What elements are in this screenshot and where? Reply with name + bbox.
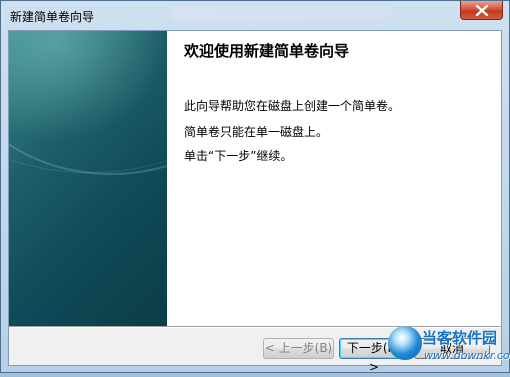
back-button[interactable]: < 上一步(B) <box>263 338 334 359</box>
wizard-instruction-text: 单击“下一步”继续。 <box>184 149 293 163</box>
wizard-client-area: 欢迎使用新建简单卷向导 此向导帮助您在磁盘上创建一个简单卷。 简单卷只能在单一磁… <box>8 30 502 374</box>
banner-arc <box>9 31 167 173</box>
title-bar-background <box>171 6 391 20</box>
wizard-intro-text: 此向导帮助您在磁盘上创建一个简单卷。 <box>184 99 401 113</box>
wizard-info-text: 简单卷只能在单一磁盘上。 <box>184 125 329 139</box>
window-title: 新建简单卷向导 <box>10 10 95 24</box>
wizard-content: 欢迎使用新建简单卷向导 此向导帮助您在磁盘上创建一个简单卷。 简单卷只能在单一磁… <box>167 31 501 326</box>
wizard-side-banner <box>9 31 167 326</box>
watermark-url: www.downkr.com <box>424 349 510 362</box>
wizard-heading: 欢迎使用新建简单卷向导 <box>184 42 350 60</box>
watermark-logo-icon <box>388 326 422 360</box>
close-button[interactable] <box>460 1 503 20</box>
watermark-title: 当客软件园 <box>422 329 498 347</box>
title-bar[interactable]: 新建简单卷向导 <box>1 1 509 29</box>
site-watermark: 当客软件园 www.downkr.com <box>382 318 510 373</box>
